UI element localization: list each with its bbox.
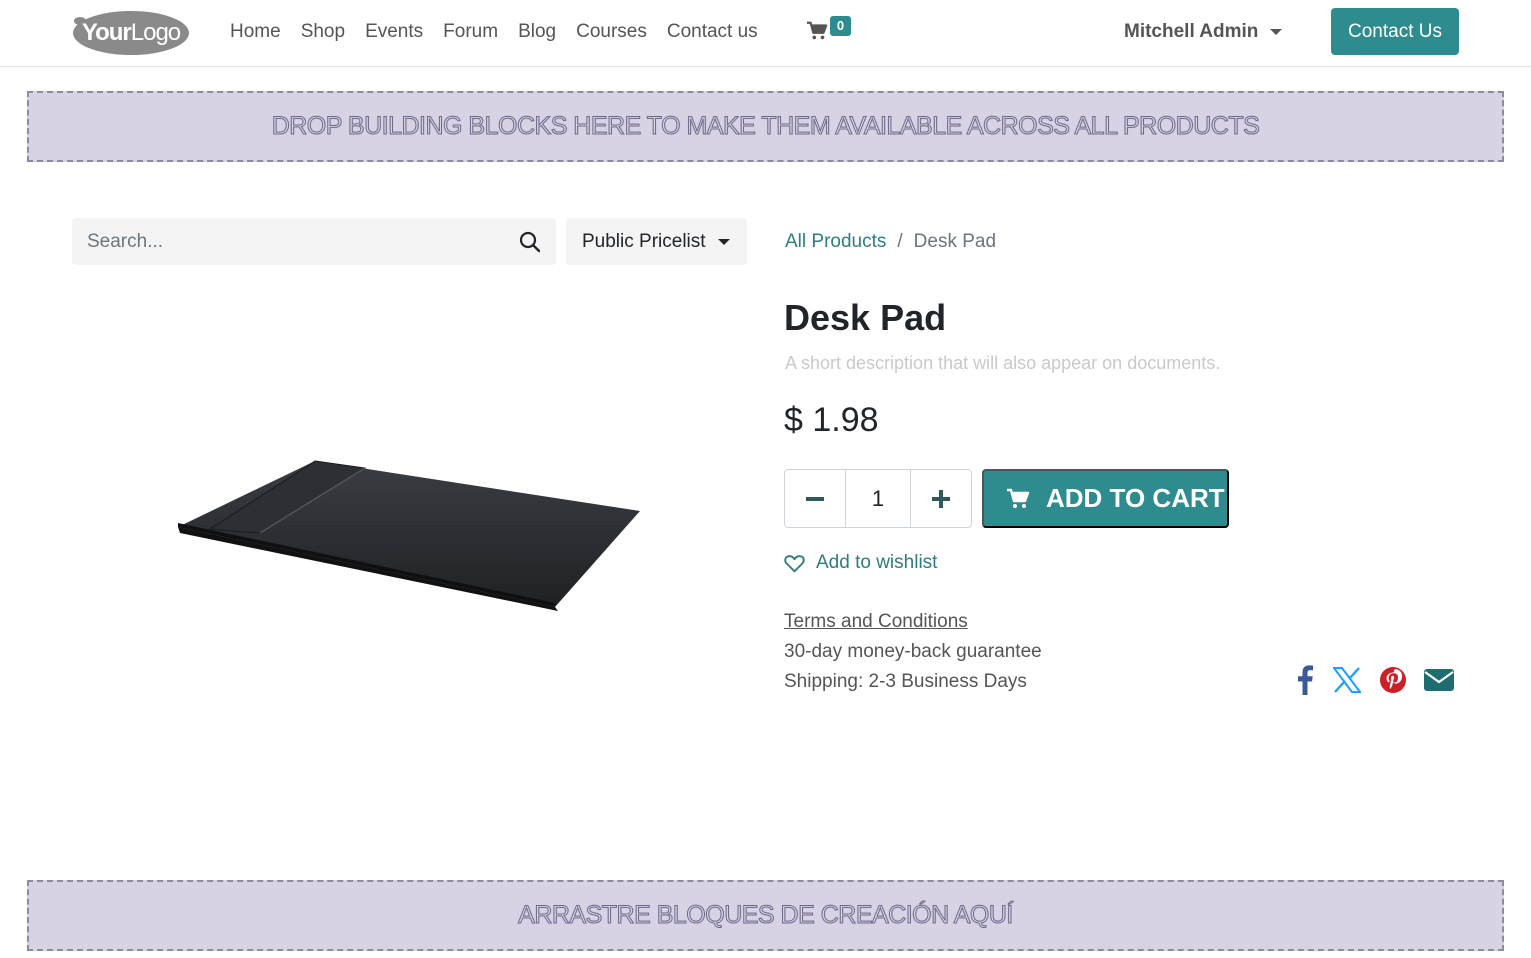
nav-home[interactable]: Home [230,18,281,46]
add-to-cart-label: ADD TO CART [1046,483,1225,513]
product-description[interactable]: A short description that will also appea… [785,351,1220,375]
minus-icon [806,496,825,501]
x-twitter-icon [1333,667,1361,693]
chevron-down-icon [717,238,730,245]
nav-blog[interactable]: Blog [518,18,556,46]
quantity-input[interactable]: 1 [845,470,911,527]
product-image [178,460,640,611]
logo-icon[interactable] [72,9,190,56]
user-name: Mitchell Admin [1124,21,1259,42]
pinterest-share-link[interactable] [1378,664,1408,696]
breadcrumb: All Products / Desk Pad [785,229,996,255]
chevron-down-icon [1270,29,1283,35]
main-nav: Home Shop Events Forum Blog Courses Cont… [230,18,778,46]
nav-events[interactable]: Events [365,18,423,46]
search-icon[interactable] [518,230,542,254]
breadcrumb-separator: / [897,231,903,252]
nav-courses[interactable]: Courses [576,18,647,46]
shipping-text: Shipping: 2-3 Business Days [784,671,1027,692]
dropzone-bottom[interactable]: ARRASTRE BLOQUES DE CREACIÓN AQUÍ [27,880,1504,951]
pricelist-dropdown[interactable]: Public Pricelist [566,218,747,265]
user-menu[interactable]: Mitchell Admin [1124,18,1283,46]
email-share-link[interactable] [1422,664,1456,696]
add-to-wishlist-link[interactable]: Add to wishlist [784,550,937,576]
cart-count-badge: 0 [830,16,851,36]
pinterest-icon [1380,667,1406,693]
x-share-link[interactable] [1332,664,1362,696]
nav-forum[interactable]: Forum [443,18,498,46]
guarantee-text: 30-day money-back guarantee [784,641,1042,662]
quantity-stepper: 1 [784,469,972,528]
breadcrumb-all-products[interactable]: All Products [785,229,886,255]
product-price: $ 1.98 [784,401,879,439]
cart-icon [1007,488,1030,508]
nav-shop[interactable]: Shop [301,18,345,46]
envelope-icon [1424,669,1454,691]
heart-icon [784,554,805,572]
terms-link[interactable]: Terms and Conditions [784,609,968,635]
decrease-quantity-button[interactable] [785,470,845,527]
cart-icon[interactable] [806,20,828,42]
top-navbar: Your Logo Home Shop Events Forum Blog Cou… [0,0,1531,67]
nav-contact-us[interactable]: Contact us [667,18,758,46]
pricelist-label: Public Pricelist [582,230,706,252]
increase-quantity-button[interactable] [911,470,971,527]
dropzone-bottom-label: ARRASTRE BLOQUES DE CREACIÓN AQUÍ [518,901,1014,930]
search-box [72,218,556,265]
dropzone-top[interactable]: DROP BUILDING BLOCKS HERE TO MAKE THEM A… [27,91,1504,162]
wishlist-label: Add to wishlist [816,552,938,573]
dropzone-top-label: DROP BUILDING BLOCKS HERE TO MAKE THEM A… [271,112,1260,141]
facebook-share-link[interactable] [1293,664,1317,696]
contact-us-button[interactable]: Contact Us [1331,8,1459,55]
add-to-cart-button[interactable]: ADD TO CART [982,469,1229,528]
search-input[interactable] [72,218,512,265]
facebook-icon [1298,665,1313,695]
breadcrumb-current: Desk Pad [913,231,997,252]
plus-icon [931,489,950,508]
product-title: Desk Pad [784,297,947,338]
